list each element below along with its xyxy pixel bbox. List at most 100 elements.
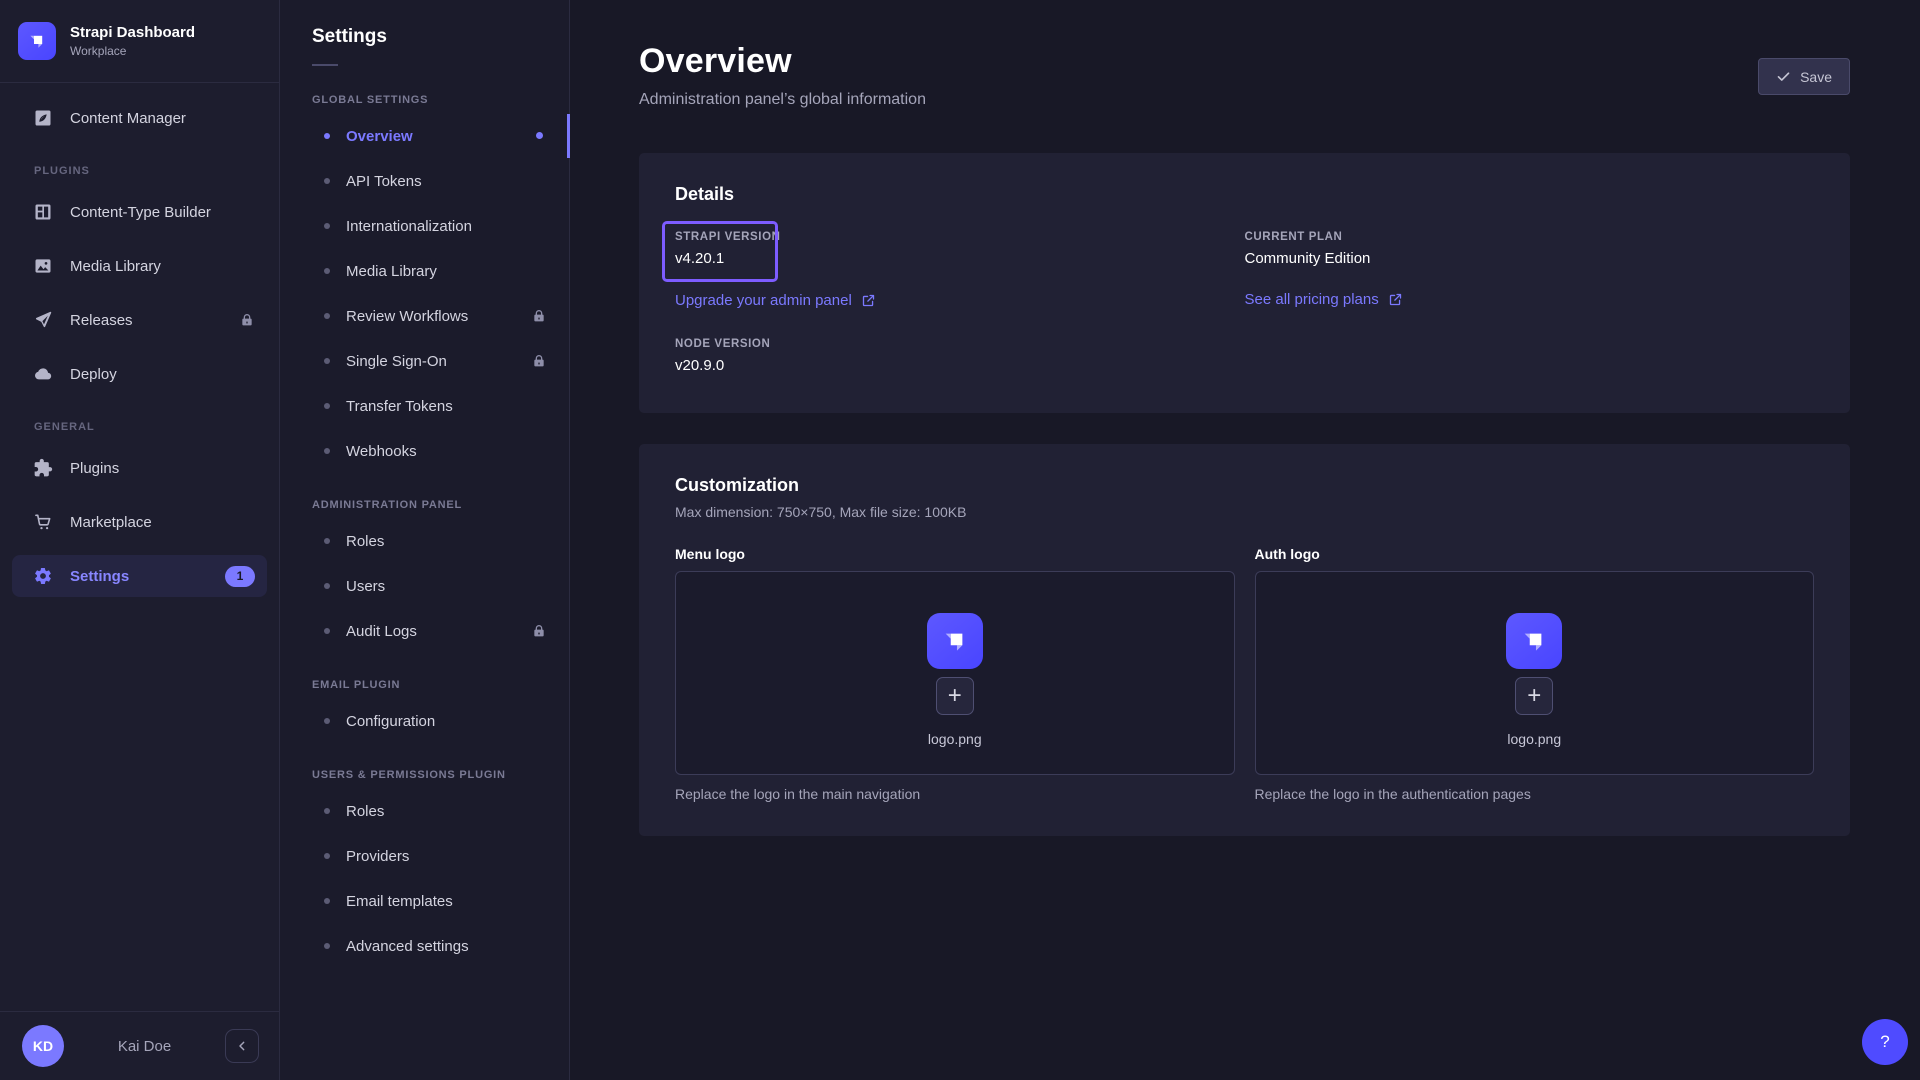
subnav-item-internationalization[interactable]: Internationalization: [280, 206, 569, 246]
save-button[interactable]: Save: [1758, 58, 1850, 95]
bullet-icon: [324, 943, 330, 949]
sidebar-item-content-type-builder[interactable]: Content-Type Builder: [12, 191, 267, 233]
active-dot-icon: [536, 132, 543, 139]
subnav-item-label: Roles: [346, 803, 384, 820]
bullet-icon: [324, 268, 330, 274]
bullet-icon: [324, 448, 330, 454]
main-content: Overview Administration panel’s global i…: [570, 0, 1920, 1080]
add-logo-button[interactable]: +: [936, 677, 974, 715]
cart-icon: [33, 512, 53, 532]
customization-constraints: Max dimension: 750×750, Max file size: 1…: [675, 504, 1814, 520]
current-plan-label: CURRENT PLAN: [1245, 231, 1815, 243]
sidebar-item-label: Deploy: [70, 366, 117, 383]
subnav-item-audit-logs[interactable]: Audit Logs: [280, 611, 569, 651]
bullet-icon: [324, 718, 330, 724]
subnav-item-users[interactable]: Users: [280, 566, 569, 606]
subnav-item-media-library[interactable]: Media Library: [280, 251, 569, 291]
subnav-item-label: API Tokens: [346, 173, 422, 190]
bullet-icon: [324, 358, 330, 364]
avatar[interactable]: KD: [22, 1025, 64, 1067]
sidebar-item-label: Content Manager: [70, 110, 186, 127]
user-footer: KD Kai Doe: [0, 1011, 279, 1080]
sidebar-item-label: Media Library: [70, 258, 161, 275]
external-link-icon: [861, 293, 876, 308]
lock-icon: [531, 353, 547, 369]
notification-badge: 1: [225, 566, 255, 587]
subnav-item-label: Email templates: [346, 893, 453, 910]
menu-logo-dropzone[interactable]: + logo.png: [675, 571, 1235, 775]
sidebar-item-media-library[interactable]: Media Library: [12, 245, 267, 287]
bullet-icon: [324, 538, 330, 544]
sidebar-item-releases[interactable]: Releases: [12, 299, 267, 341]
auth-logo-filename: logo.png: [1507, 731, 1561, 747]
page-title: Overview: [639, 42, 926, 81]
paper-plane-icon: [33, 310, 53, 330]
subnav-item-label: Roles: [346, 533, 384, 550]
menu-logo-filename: logo.png: [928, 731, 982, 747]
pricing-plans-link[interactable]: See all pricing plans: [1245, 291, 1403, 308]
sidebar-item-marketplace[interactable]: Marketplace: [12, 501, 267, 543]
chevron-left-icon: [234, 1038, 250, 1054]
node-version-label: NODE VERSION: [675, 338, 1245, 350]
bullet-icon: [324, 628, 330, 634]
upgrade-link-label: Upgrade your admin panel: [675, 292, 852, 309]
bullet-icon: [324, 133, 330, 139]
details-card: Details STRAPI VERSION v4.20.1 Upgrade y…: [639, 153, 1850, 413]
strapi-version-label: STRAPI VERSION: [675, 231, 781, 243]
subnav-item-email-templates[interactable]: Email templates: [280, 881, 569, 921]
sidebar-item-deploy[interactable]: Deploy: [12, 353, 267, 395]
subnav-section-administration-panel: ADMINISTRATION PANEL: [280, 499, 569, 511]
subnav-item-overview[interactable]: Overview: [280, 116, 569, 156]
customization-card: Customization Max dimension: 750×750, Ma…: [639, 444, 1850, 836]
subnav-section-email-plugin: EMAIL PLUGIN: [280, 679, 569, 691]
strapi-logo-icon: [1506, 613, 1562, 669]
page-subtitle: Administration panel’s global informatio…: [639, 91, 926, 109]
cloud-icon: [33, 364, 53, 384]
subnav-item-webhooks[interactable]: Webhooks: [280, 431, 569, 471]
subnav-item-label: Providers: [346, 848, 409, 865]
sidebar-item-content-manager[interactable]: Content Manager: [12, 97, 267, 139]
subnav-item-transfer-tokens[interactable]: Transfer Tokens: [280, 386, 569, 426]
pen-square-icon: [33, 108, 53, 128]
add-logo-button[interactable]: +: [1515, 677, 1553, 715]
sidebar-item-label: Marketplace: [70, 514, 152, 531]
subnav-section-global-settings: GLOBAL SETTINGS: [280, 94, 569, 106]
check-icon: [1776, 69, 1791, 84]
brand-workplace: Workplace: [70, 44, 195, 58]
help-button[interactable]: ?: [1862, 1019, 1908, 1065]
layout-grid-icon: [33, 202, 53, 222]
bullet-icon: [324, 178, 330, 184]
pricing-link-label: See all pricing plans: [1245, 291, 1379, 308]
subnav-item-api-tokens[interactable]: API Tokens: [280, 161, 569, 201]
auth-logo-dropzone[interactable]: + logo.png: [1255, 571, 1815, 775]
subnav-item-roles[interactable]: Roles: [280, 521, 569, 561]
subnav-item-label: Review Workflows: [346, 308, 468, 325]
subnav-item-providers[interactable]: Providers: [280, 836, 569, 876]
subnav-item-advanced-settings[interactable]: Advanced settings: [280, 926, 569, 966]
subnav-item-up-roles[interactable]: Roles: [280, 791, 569, 831]
node-version-value: v20.9.0: [675, 357, 1245, 374]
sidebar-item-settings[interactable]: Settings 1: [12, 555, 267, 597]
title-underline: [312, 64, 338, 66]
strapi-logo-icon: [927, 613, 983, 669]
details-card-title: Details: [675, 184, 1814, 205]
collapse-sidebar-button[interactable]: [225, 1029, 259, 1063]
external-link-icon: [1388, 292, 1403, 307]
sidebar-item-plugins[interactable]: Plugins: [12, 447, 267, 489]
subnav-item-label: Advanced settings: [346, 938, 469, 955]
bullet-icon: [324, 403, 330, 409]
upgrade-admin-panel-link[interactable]: Upgrade your admin panel: [675, 292, 876, 309]
subnav-item-configuration[interactable]: Configuration: [280, 701, 569, 741]
gear-icon: [33, 566, 53, 586]
customization-card-title: Customization: [675, 475, 1814, 496]
subnav-item-label: Audit Logs: [346, 623, 417, 640]
subnav-title: Settings: [280, 26, 569, 48]
subnav-item-label: Transfer Tokens: [346, 398, 453, 415]
subnav-item-single-sign-on[interactable]: Single Sign-On: [280, 341, 569, 381]
current-plan-value: Community Edition: [1245, 250, 1815, 267]
save-button-label: Save: [1800, 69, 1832, 85]
menu-logo-label: Menu logo: [675, 546, 1235, 562]
subnav-item-review-workflows[interactable]: Review Workflows: [280, 296, 569, 336]
bullet-icon: [324, 583, 330, 589]
subnav-section-users-permissions-plugin: USERS & PERMISSIONS PLUGIN: [280, 769, 569, 781]
